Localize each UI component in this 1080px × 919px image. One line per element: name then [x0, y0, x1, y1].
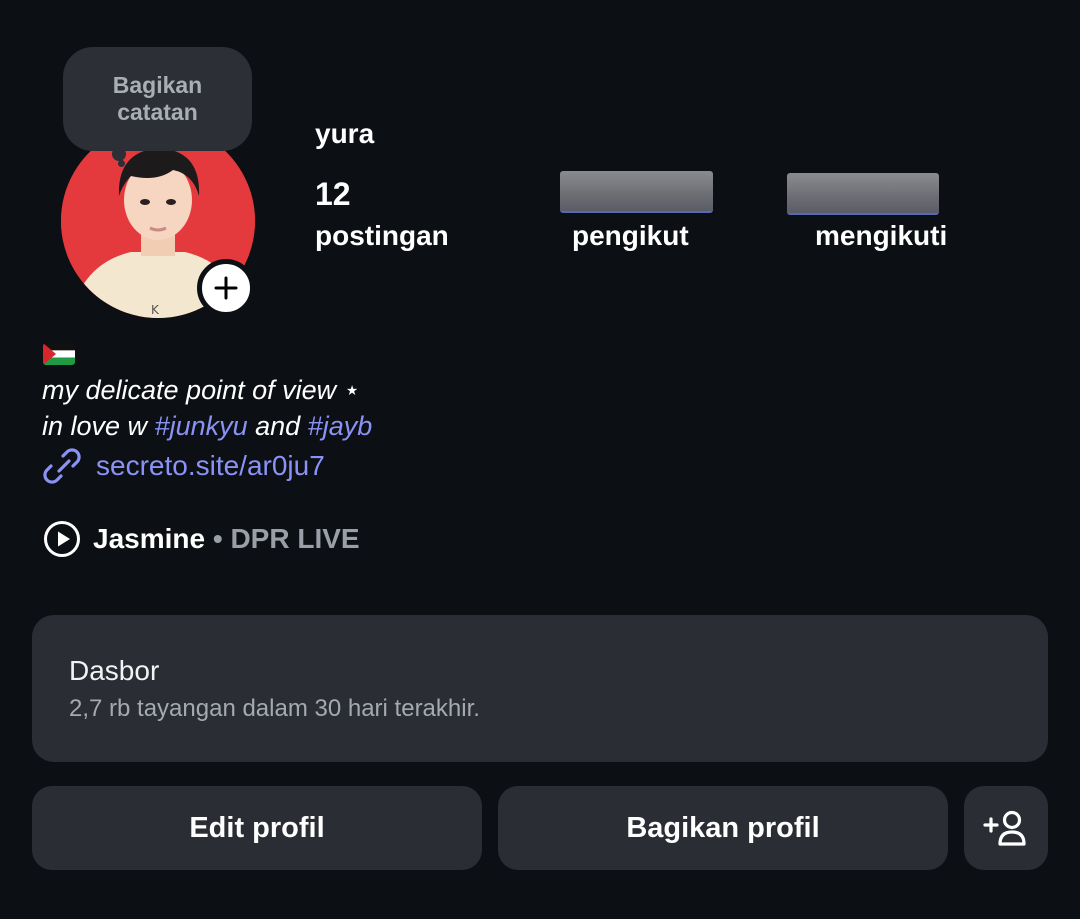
- note-tail-dot-small: [118, 160, 125, 167]
- svg-text:K: K: [151, 303, 160, 317]
- hashtag-jayb[interactable]: #jayb: [308, 411, 373, 441]
- dashboard-card[interactable]: Dasbor 2,7 rb tayangan dalam 30 hari ter…: [32, 615, 1048, 762]
- music-separator: •: [205, 523, 231, 554]
- share-profile-button[interactable]: Bagikan profil: [498, 786, 948, 870]
- dashboard-subtitle: 2,7 rb tayangan dalam 30 hari terakhir.: [69, 695, 480, 722]
- discover-people-button[interactable]: [964, 786, 1048, 870]
- posts-label: postingan: [315, 220, 449, 251]
- bio-text: and: [247, 411, 308, 441]
- profile-page: K Bagikan catatan yura 12 postingan peng…: [0, 0, 1080, 919]
- following-count-redacted: [787, 173, 939, 215]
- posts-count: 12: [315, 176, 351, 212]
- following-label[interactable]: mengikuti: [815, 220, 947, 252]
- hashtag-junkyu[interactable]: #junkyu: [155, 411, 248, 441]
- bio-link-text: secreto.site/ar0ju7: [96, 450, 325, 481]
- music-title: Jasmine: [93, 523, 206, 554]
- bio-text: in love w: [42, 411, 155, 441]
- palestine-flag-icon: [43, 343, 75, 365]
- bio-line-1: my delicate point of view ⋆: [42, 375, 361, 405]
- profile-music[interactable]: Jasmine • DPR LIVE: [43, 520, 360, 558]
- posts-stat[interactable]: 12 postingan: [315, 176, 449, 252]
- followers-count-redacted: [560, 171, 713, 213]
- edit-profile-button[interactable]: Edit profil: [32, 786, 482, 870]
- add-story-button[interactable]: [197, 259, 255, 317]
- plus-icon: [214, 276, 238, 300]
- link-icon: [43, 448, 81, 484]
- music-artist: DPR LIVE: [230, 523, 360, 554]
- add-person-icon: [983, 810, 1026, 846]
- bio-line-2: in love w #junkyu and #jayb: [42, 411, 372, 442]
- username: yura: [315, 118, 375, 149]
- share-note-bubble[interactable]: Bagikan catatan: [63, 47, 252, 151]
- followers-label[interactable]: pengikut: [572, 220, 689, 252]
- dashboard-title: Dasbor: [69, 655, 160, 686]
- note-tail-dot: [112, 147, 126, 161]
- note-text: Bagikan catatan: [112, 72, 203, 125]
- bio-link[interactable]: secreto.site/ar0ju7: [42, 447, 325, 485]
- play-circle-icon: [44, 521, 80, 557]
